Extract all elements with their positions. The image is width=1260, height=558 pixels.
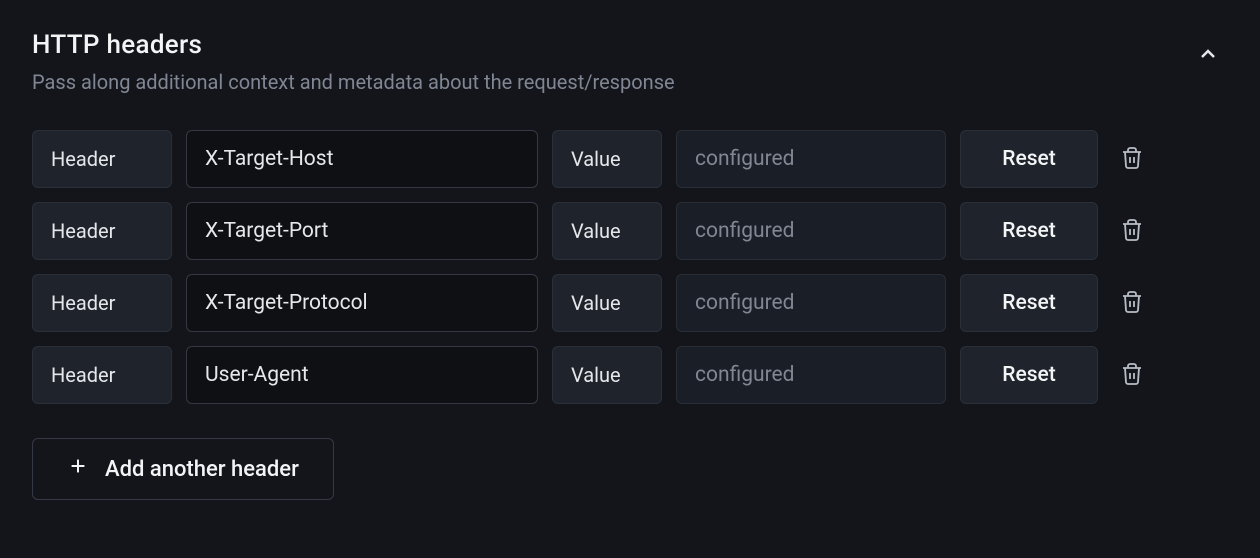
header-key-input[interactable] <box>186 274 538 332</box>
header-key-input[interactable] <box>186 202 538 260</box>
delete-button[interactable] <box>1112 281 1152 326</box>
trash-icon <box>1120 217 1144 246</box>
reset-button[interactable]: Reset <box>960 202 1098 260</box>
header-key-input[interactable] <box>186 130 538 188</box>
header-row: Header Value Reset <box>32 202 1228 260</box>
delete-button[interactable] <box>1112 137 1152 182</box>
header-key-label: Header <box>32 202 172 260</box>
delete-button[interactable] <box>1112 353 1152 398</box>
reset-button[interactable]: Reset <box>960 346 1098 404</box>
header-value-label: Value <box>552 130 662 188</box>
header-row: Header Value Reset <box>32 130 1228 188</box>
header-key-label: Header <box>32 130 172 188</box>
section-header: HTTP headers Pass along additional conte… <box>32 30 1228 94</box>
add-button-label: Add another header <box>105 457 299 482</box>
header-key-label: Header <box>32 274 172 332</box>
reset-button[interactable]: Reset <box>960 130 1098 188</box>
reset-button[interactable]: Reset <box>960 274 1098 332</box>
header-value-label: Value <box>552 346 662 404</box>
collapse-toggle[interactable] <box>1188 34 1228 77</box>
header-key-label: Header <box>32 346 172 404</box>
trash-icon <box>1120 145 1144 174</box>
delete-button[interactable] <box>1112 209 1152 254</box>
headers-list: Header Value Reset Header Value Reset He… <box>32 130 1228 404</box>
header-value-input[interactable] <box>676 202 946 260</box>
section-title: HTTP headers <box>32 30 675 60</box>
header-row: Header Value Reset <box>32 346 1228 404</box>
header-row: Header Value Reset <box>32 274 1228 332</box>
trash-icon <box>1120 289 1144 318</box>
header-value-label: Value <box>552 202 662 260</box>
plus-icon <box>67 455 89 483</box>
header-value-input[interactable] <box>676 274 946 332</box>
header-value-input[interactable] <box>676 130 946 188</box>
header-value-label: Value <box>552 274 662 332</box>
trash-icon <box>1120 361 1144 390</box>
add-header-button[interactable]: Add another header <box>32 438 334 500</box>
chevron-up-icon <box>1196 54 1220 69</box>
header-key-input[interactable] <box>186 346 538 404</box>
header-value-input[interactable] <box>676 346 946 404</box>
section-description: Pass along additional context and metada… <box>32 70 675 94</box>
